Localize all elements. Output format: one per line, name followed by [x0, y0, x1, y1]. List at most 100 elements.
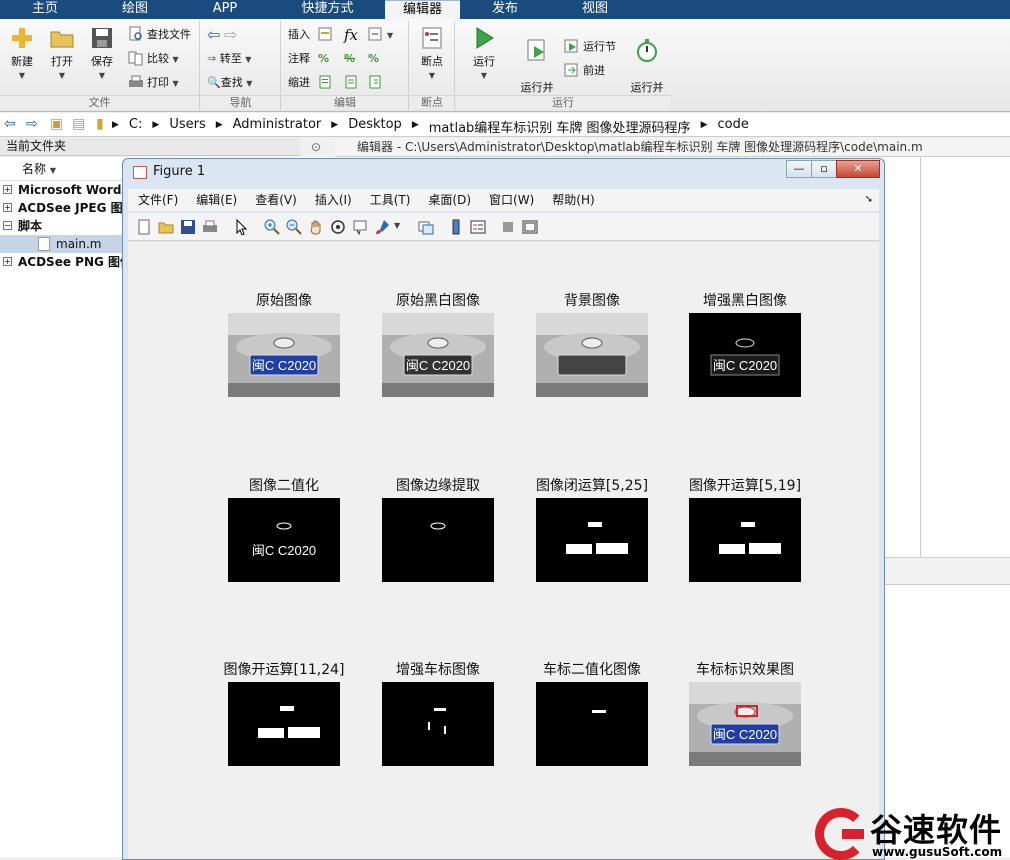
collapse-panel-icon[interactable]: ⊙ [311, 138, 321, 157]
brush-icon[interactable] [374, 219, 390, 235]
plate-text: 闽C C2020 [406, 358, 470, 373]
breadcrumb-administrator[interactable]: Administrator [233, 117, 322, 136]
advance-button[interactable]: 前进 [564, 61, 605, 81]
pan-hand-icon[interactable] [308, 219, 324, 235]
tab-view[interactable]: 视图 [550, 0, 640, 19]
menu-insert[interactable]: 插入(I) [315, 189, 352, 211]
data-cursor-icon[interactable] [352, 219, 368, 235]
forward-arrow-icon[interactable]: ⇨ [224, 25, 237, 44]
breadcrumb-code[interactable]: code [717, 117, 748, 136]
back-forward-buttons[interactable]: ⇦ ⇨ [207, 25, 237, 45]
breadcrumb-project[interactable]: matlab编程车标识别 车牌 图像处理源码程序 [429, 117, 691, 136]
save-button[interactable]: 保存 ▼ [82, 25, 122, 82]
subplot-title: 车标标识效果图 [696, 662, 794, 678]
subplot-image [228, 682, 340, 766]
open-label: 打开 [51, 55, 73, 68]
goto-icon: ⇒ [207, 52, 217, 65]
open-button[interactable]: 打开 ▼ [42, 25, 82, 82]
back-arrow-icon[interactable]: ⇦ [207, 25, 220, 44]
subplot-image [382, 682, 494, 766]
folder-icon [50, 31, 74, 48]
menu-window[interactable]: 窗口(W) [489, 189, 534, 211]
breadcrumb-users[interactable]: Users [169, 117, 205, 136]
new-button[interactable]: 新建 ▼ [2, 25, 42, 82]
sort-down-icon: ▼ [49, 166, 56, 175]
breadcrumb-desktop[interactable]: Desktop [348, 117, 402, 136]
print-button[interactable]: 打印 ▼ [128, 73, 179, 93]
hide-tools-icon[interactable] [500, 219, 516, 235]
goto-button[interactable]: ⇒ 转至 ▼ [207, 49, 251, 69]
navigate-group: ⇦ ⇨ ⇒ 转至 ▼ 🔍查找 ▼ 导航 [201, 21, 281, 110]
back-arrow-icon[interactable]: ⇦ [4, 116, 16, 132]
dock-arrow-icon[interactable]: ➘ [865, 189, 873, 211]
editor-lower-bar [885, 557, 1010, 585]
expand-icon[interactable]: + [3, 203, 12, 212]
comment-percent-icon[interactable]: % [318, 49, 329, 69]
tab-home[interactable]: 主页 [0, 0, 90, 19]
compare-button[interactable]: 比较 ▼ [128, 49, 179, 69]
insert-function-icon[interactable]: ▼ [368, 25, 393, 45]
tab-publish[interactable]: 发布 [460, 0, 550, 19]
expand-icon[interactable]: + [3, 257, 12, 266]
menu-tools[interactable]: 工具(T) [370, 189, 411, 211]
show-tools-icon[interactable] [522, 219, 538, 235]
open-file-icon[interactable] [158, 219, 174, 235]
pointer-icon[interactable] [234, 219, 250, 235]
figure-canvas[interactable]: 原始图像 闽C C2020 原始黑白图像 闽C C2020 背景图像 增强黑白图像 闽C C… [128, 242, 879, 859]
menu-file[interactable]: 文件(F) [138, 189, 178, 211]
watermark: 谷速软件 www.gusuSoft.com [812, 805, 1010, 860]
increase-indent-icon[interactable] [344, 73, 363, 93]
menu-edit[interactable]: 编辑(E) [196, 189, 237, 211]
menu-help[interactable]: 帮助(H) [552, 189, 594, 211]
uncomment-icon[interactable]: % [344, 49, 355, 69]
brush-dropdown-icon[interactable]: ▼ [394, 221, 410, 237]
print-figure-icon[interactable] [202, 219, 218, 235]
tab-editor[interactable]: 编辑器 [385, 0, 460, 19]
insert-section-icon[interactable] [318, 25, 337, 45]
browse-folder-icon[interactable]: ▤ [72, 116, 85, 132]
watermark-url: www.gusuSoft.com [872, 845, 1003, 859]
run-button[interactable]: 运行 ▼ [464, 25, 504, 82]
menu-view[interactable]: 查看(V) [255, 189, 297, 211]
run-section-button[interactable]: 运行节 [564, 37, 616, 57]
wrap-comment-icon[interactable]: % [368, 49, 379, 69]
zoom-out-icon[interactable] [286, 219, 302, 235]
insert-button[interactable]: 插入 [288, 25, 310, 45]
breakpoints-icon [422, 27, 442, 49]
breakpoints-button[interactable]: 断点 ▼ [412, 25, 452, 82]
expand-icon[interactable]: + [3, 185, 12, 194]
tab-shortcuts[interactable]: 快捷方式 [270, 0, 385, 19]
edit-group-title: 编辑 [282, 95, 408, 109]
find-files-button[interactable]: 查找文件 [128, 25, 191, 45]
find-button[interactable]: 🔍查找 ▼ [207, 73, 252, 93]
breakpoints-group: 断点 ▼ 断点 [410, 21, 455, 110]
breadcrumb-drive[interactable]: C: [129, 117, 142, 136]
link-plot-icon[interactable] [418, 219, 434, 235]
close-button[interactable]: ✕ [836, 160, 880, 178]
indent-button[interactable]: 缩进 [288, 73, 310, 93]
comment-button[interactable]: 注释 [288, 49, 310, 69]
forward-arrow-icon[interactable]: ⇨ [26, 116, 38, 132]
colorbar-icon[interactable] [448, 219, 464, 235]
gusu-logo-icon [815, 808, 867, 860]
figure-title-bar[interactable]: Figure 1 — ▫ ✕ [123, 159, 884, 185]
new-label: 新建 [11, 55, 33, 68]
maximize-button[interactable]: ▫ [811, 160, 837, 178]
rotate-3d-icon[interactable] [330, 219, 346, 235]
fx-icon[interactable]: fx [344, 25, 358, 45]
tab-plots[interactable]: 绘图 [90, 0, 180, 19]
new-figure-icon[interactable] [136, 219, 152, 235]
run-section-icon [564, 39, 578, 53]
tab-apps[interactable]: APP [180, 0, 270, 19]
run-label: 运行 [473, 55, 495, 68]
minimize-button[interactable]: — [786, 160, 812, 178]
decrease-indent-icon[interactable] [368, 73, 387, 93]
collapse-icon[interactable]: − [3, 221, 12, 230]
save-figure-icon[interactable] [180, 219, 196, 235]
zoom-in-icon[interactable] [264, 219, 280, 235]
menu-desktop[interactable]: 桌面(D) [428, 189, 471, 211]
up-folder-icon[interactable]: ▣ [50, 116, 63, 132]
indent-icon[interactable] [318, 73, 337, 93]
legend-icon[interactable] [470, 219, 486, 235]
print-icon [129, 75, 143, 87]
